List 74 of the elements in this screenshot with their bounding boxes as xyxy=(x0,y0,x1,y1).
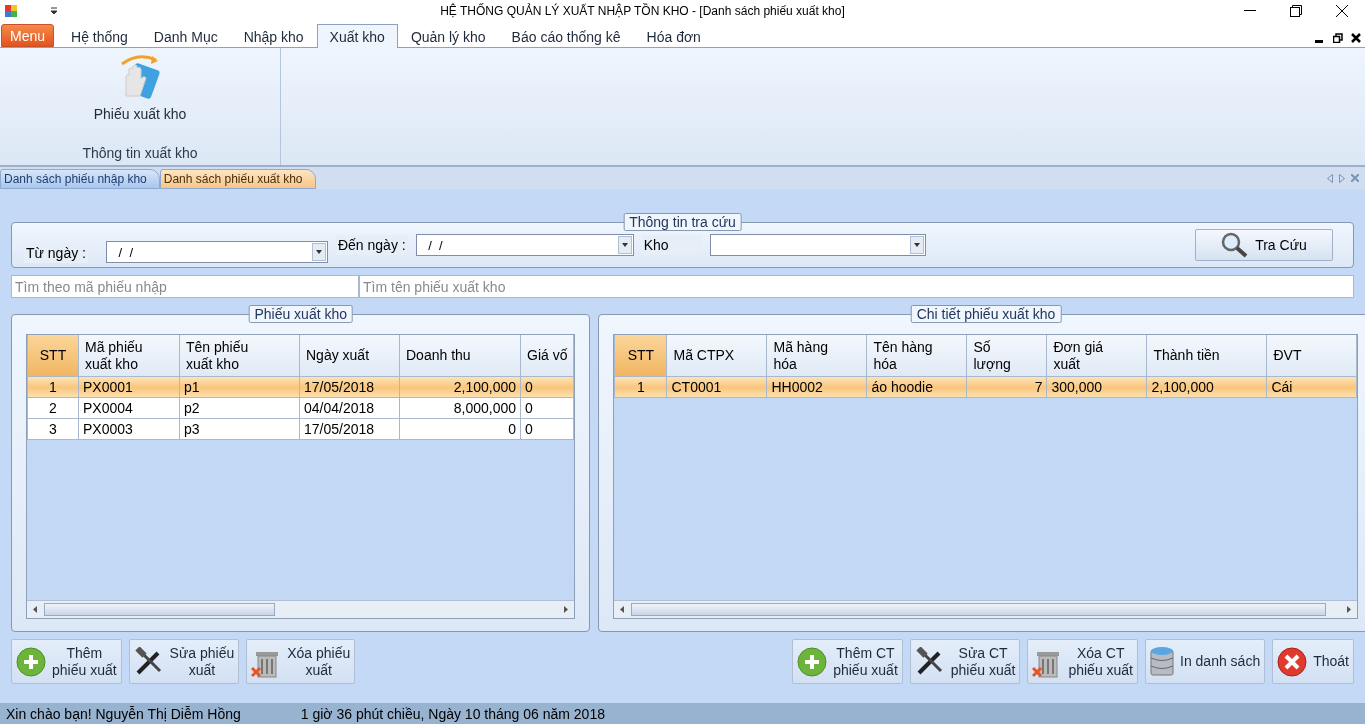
action-button[interactable]: Sửa phiếu xuất xyxy=(128,639,240,684)
column-header[interactable]: Doanh thu xyxy=(399,335,521,377)
store-dropdown[interactable] xyxy=(709,234,926,256)
action-button[interactable]: Sửa CT phiếu xuất xyxy=(909,639,1021,684)
column-header[interactable]: Đơn giá xuất xyxy=(1046,335,1147,377)
column-header[interactable]: Thành tiền xyxy=(1146,335,1267,377)
document-tab[interactable]: Danh sách phiếu xuất kho xyxy=(159,169,316,189)
field-label: Đến ngày : xyxy=(335,235,408,255)
group-legend: Thông tin tra cứu xyxy=(623,213,742,231)
action-button[interactable]: In danh sách xyxy=(1145,639,1266,684)
column-header[interactable]: STT xyxy=(614,335,667,377)
ribbon-tab[interactable]: Hóa đơn xyxy=(633,24,714,48)
action-button[interactable]: Thêm CT phiếu xuất xyxy=(792,639,903,684)
horizontal-scrollbar[interactable] xyxy=(27,600,575,618)
minimize-icon[interactable] xyxy=(1244,10,1256,12)
search-field[interactable]: Tìm tên phiếu xuất kho xyxy=(359,275,1354,298)
column-header[interactable]: Mã phiếu xuất kho xyxy=(78,335,180,377)
horizontal-scrollbar[interactable] xyxy=(614,600,1358,618)
column-header[interactable]: Mã hàng hóa xyxy=(766,335,867,377)
group-legend: Chi tiết phiếu xuất kho xyxy=(910,305,1062,323)
close-icon[interactable] xyxy=(1336,5,1348,17)
close-icon xyxy=(1277,646,1308,677)
plus-icon xyxy=(797,646,828,677)
search-field[interactable]: Tìm theo mã phiếu nhập xyxy=(11,275,359,298)
document-tab[interactable]: Danh sách phiếu nhập kho xyxy=(0,169,160,189)
search-icon xyxy=(1221,232,1250,258)
status-time: 1 giờ 36 phút chiều, Ngày 10 tháng 06 năm 2018 xyxy=(300,705,605,722)
search-button[interactable]: Tra Cứu xyxy=(1195,229,1333,261)
date-picker[interactable]: / / xyxy=(105,241,328,263)
ribbon-button[interactable]: Phiếu xuất kho xyxy=(89,52,191,122)
ribbon-group-caption: Thông tin xuất kho xyxy=(82,145,198,161)
close-icon[interactable] xyxy=(1351,33,1361,43)
ribbon-tab[interactable]: Hệ thống xyxy=(58,24,141,48)
column-header[interactable]: Số lượng xyxy=(966,335,1047,377)
table-cell: 1 xyxy=(27,376,79,398)
wrench-hammer-icon xyxy=(133,646,164,677)
table-row[interactable]: 1 CT0001 HH0002 áo hoodie 7 300,000 2,100,000 Cái xyxy=(614,376,1357,398)
wrench-hammer-icon xyxy=(914,646,945,677)
column-header[interactable]: Tên hàng hóa xyxy=(866,335,967,377)
dropdown-arrow-icon xyxy=(913,243,920,247)
date-picker[interactable]: / / xyxy=(415,234,634,256)
column-header[interactable]: Giá vố xyxy=(520,335,574,377)
action-button[interactable]: Thoát xyxy=(1272,639,1354,684)
plus-icon xyxy=(16,646,46,677)
ribbon-tab[interactable]: Danh Mục xyxy=(140,24,231,48)
restore-icon[interactable] xyxy=(1333,33,1343,43)
column-header[interactable]: Ngày xuất xyxy=(299,335,400,377)
action-button[interactable]: Xóa phiếu xuất xyxy=(246,639,356,684)
action-button[interactable]: Xóa CT phiếu xuất xyxy=(1027,639,1138,684)
table-row[interactable]: 2 PX0004 p2 04/04/2018 8,000,000 0 xyxy=(27,397,574,419)
table-cell: 1 xyxy=(614,376,667,398)
database-icon xyxy=(1150,645,1174,678)
dropdown-arrow-icon xyxy=(315,250,322,254)
group-legend: Phiếu xuất kho xyxy=(248,305,354,323)
table-row[interactable]: 1 PX0001 p1 17/05/2018 2,100,000 0 xyxy=(27,376,574,398)
restore-icon[interactable] xyxy=(1290,5,1302,17)
action-button[interactable]: Thêm phiếu xuất xyxy=(11,639,122,684)
window-title: HỆ THỐNG QUẢN LÝ XUẤT NHẬP TỒN KHO - [Danh sách phiếu xuất kho] xyxy=(439,4,846,18)
status-greeting: Xin chào bạn! Nguyễn Thị Diễm Hồng xyxy=(6,705,241,722)
ribbon-tab[interactable]: Báo cáo thống kê xyxy=(498,24,634,48)
app-icon xyxy=(4,4,18,18)
ribbon-tab[interactable]: Xuất kho xyxy=(316,24,398,48)
table-cell: 2 xyxy=(27,397,79,419)
column-header[interactable]: Mã CTPX xyxy=(666,335,767,377)
column-header[interactable]: ĐVT xyxy=(1266,335,1357,377)
field-label: Kho xyxy=(641,235,702,255)
column-header[interactable]: Tên phiếu xuất kho xyxy=(179,335,300,377)
ribbon-tab[interactable]: Quản lý kho xyxy=(397,24,499,48)
ribbon-tab[interactable]: Nhập kho xyxy=(230,24,317,48)
quick-access-icon[interactable] xyxy=(50,7,58,15)
dropdown-arrow-icon xyxy=(621,243,628,247)
table-cell: 3 xyxy=(27,418,79,440)
column-header[interactable]: STT xyxy=(27,335,79,377)
table-row[interactable]: 3 PX0003 p3 17/05/2018 0 0 xyxy=(27,418,574,440)
